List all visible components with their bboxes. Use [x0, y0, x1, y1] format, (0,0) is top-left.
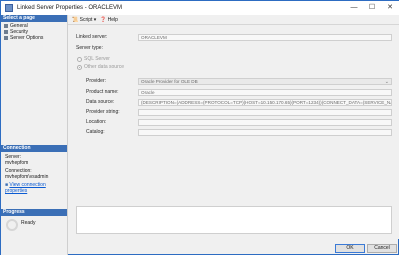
wrench-icon	[4, 29, 8, 34]
select-page-header: Select a page	[1, 15, 67, 22]
location-label: Location:	[86, 119, 107, 125]
sql-server-label: SQL Server	[84, 56, 110, 62]
toolbar: 📜 Script ▾ ❓ Help	[68, 15, 399, 25]
server-type-label: Server type:	[76, 45, 103, 51]
page-server-options[interactable]: Server Options	[4, 35, 43, 41]
provider-string-label: Provider string:	[86, 109, 120, 115]
ok-button[interactable]: OK	[335, 244, 365, 253]
chevron-down-icon: ▾	[93, 17, 97, 23]
maximize-button[interactable]: ☐	[363, 1, 381, 15]
script-icon: 📜	[72, 17, 79, 23]
product-name-field[interactable]: Oracle	[138, 89, 392, 96]
script-label: Script	[79, 17, 93, 23]
script-button[interactable]: 📜 Script ▾	[72, 16, 96, 24]
help-icon: ❓	[100, 17, 107, 23]
provider-label: Provider:	[86, 78, 107, 84]
linked-server-field[interactable]: ORACLEVM	[138, 34, 392, 41]
data-source-field[interactable]: (DESCRIPTION=(ADDRESS=(PROTOCOL=TCP)(HOS…	[138, 99, 392, 106]
view-connection-properties-label: View connection properties	[5, 182, 46, 194]
connection-header: Connection	[1, 145, 67, 152]
data-source-label: Data source:	[86, 99, 115, 105]
cancel-button[interactable]: Cancel	[367, 244, 397, 253]
server-value: mvhepfom	[5, 160, 29, 166]
help-label: Help	[107, 17, 118, 23]
linked-server-label: Linked server:	[76, 34, 108, 40]
sql-server-radio[interactable]	[77, 57, 82, 62]
provider-select[interactable]: Oracle Provider for OLE DB ⌄	[138, 78, 392, 85]
progress-spinner	[6, 219, 18, 231]
location-field[interactable]	[138, 119, 392, 126]
wrench-icon	[4, 35, 8, 40]
other-data-source-label: Other data source	[84, 64, 125, 70]
connection-value: mvhepfom\vsadmin	[5, 174, 49, 180]
title-bar: Linked Server Properties - ORACLEVM — ☐ …	[1, 1, 399, 15]
progress-status: Ready	[21, 220, 36, 226]
dialog-window: Linked Server Properties - ORACLEVM — ☐ …	[0, 0, 399, 255]
catalog-field[interactable]	[138, 129, 392, 136]
help-button[interactable]: ❓ Help	[100, 16, 118, 24]
wrench-icon	[4, 23, 8, 28]
chevron-down-icon: ⌄	[384, 79, 389, 85]
minimize-button[interactable]: —	[345, 1, 363, 15]
close-button[interactable]: ✕	[381, 1, 399, 15]
view-connection-properties-link[interactable]: ■ View connection properties	[5, 182, 67, 194]
product-name-label: Product name:	[86, 89, 119, 95]
provider-string-field[interactable]	[138, 109, 392, 116]
description-area	[76, 206, 392, 234]
app-icon	[5, 4, 13, 12]
progress-header: Progress	[1, 209, 67, 216]
window-title: Linked Server Properties - ORACLEVM	[17, 5, 123, 11]
page-server-options-label: Server Options	[10, 35, 44, 41]
provider-value: Oracle Provider for OLE DB	[141, 79, 198, 84]
other-data-source-radio[interactable]	[77, 65, 82, 70]
catalog-label: Catalog:	[86, 129, 105, 135]
